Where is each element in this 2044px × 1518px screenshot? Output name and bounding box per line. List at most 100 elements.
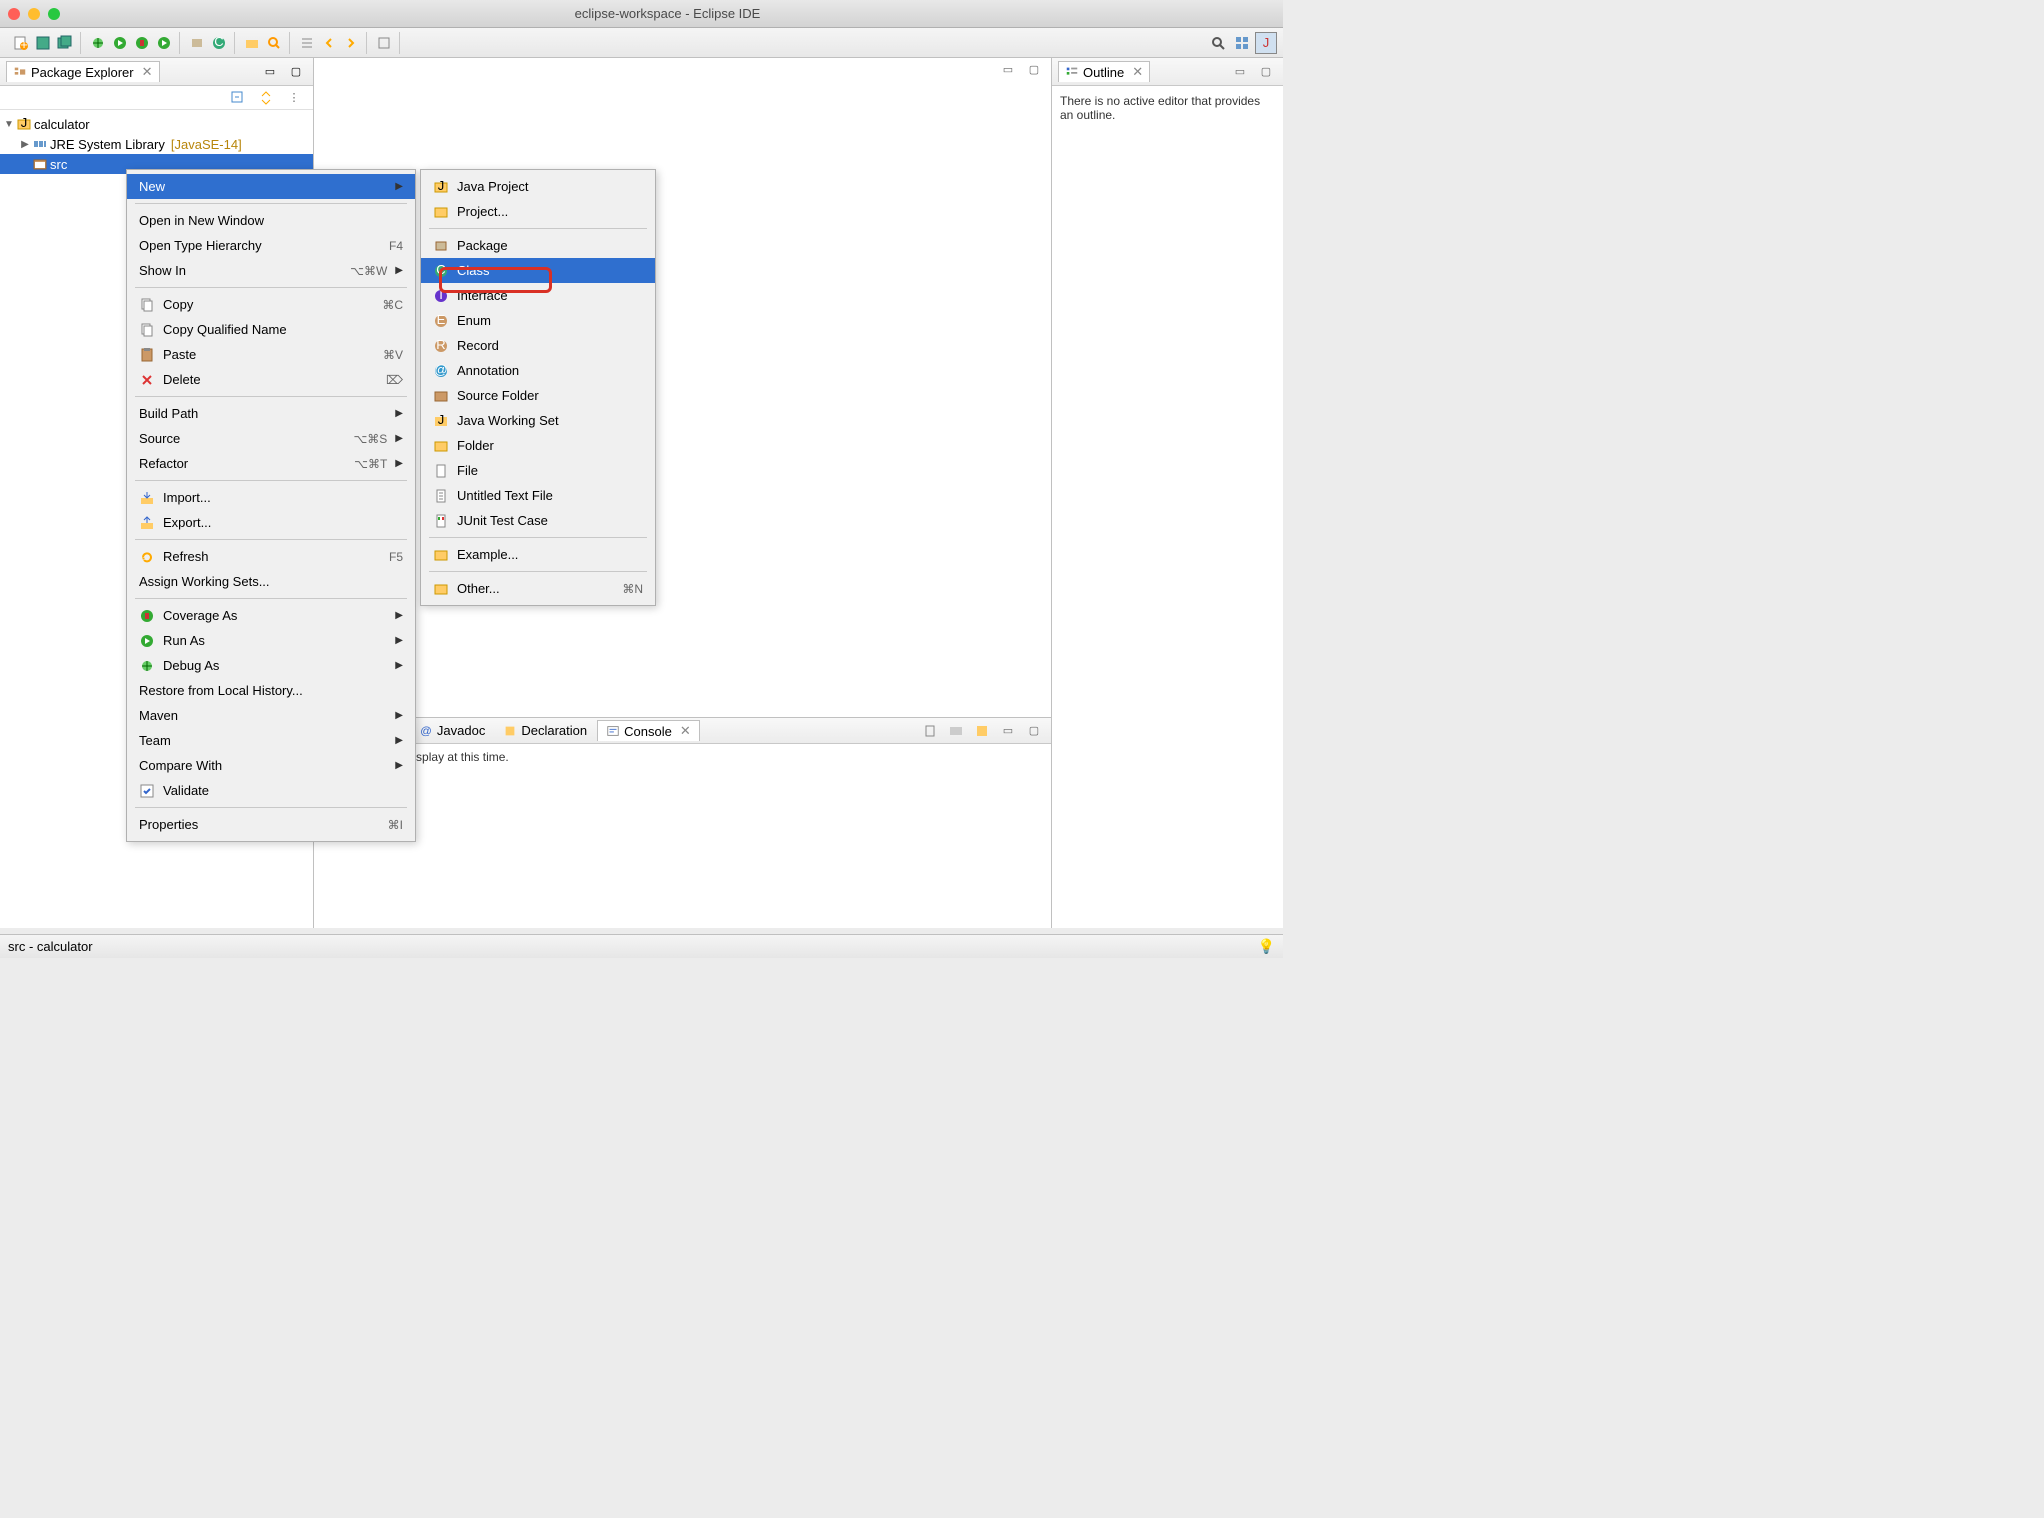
menu-copy[interactable]: Copy⌘C bbox=[127, 292, 415, 317]
menu-new[interactable]: New▶ bbox=[127, 174, 415, 199]
menu-maven[interactable]: Maven▶ bbox=[127, 703, 415, 728]
tab-console[interactable]: Console✕ bbox=[597, 720, 700, 741]
submenu-interface[interactable]: IInterface bbox=[421, 283, 655, 308]
nav-back-button[interactable] bbox=[318, 32, 340, 54]
tip-bulb-icon[interactable]: 💡 bbox=[1258, 938, 1275, 955]
collapse-all-icon[interactable] bbox=[227, 87, 249, 109]
submenu-class[interactable]: CClass bbox=[421, 258, 655, 283]
project-tree: ▼ J calculator ▶ JRE System Library [Jav… bbox=[0, 110, 313, 178]
menu-coverage-as[interactable]: Coverage As▶ bbox=[127, 603, 415, 628]
tab-javadoc[interactable]: @Javadoc bbox=[411, 721, 493, 740]
view-minimize-icon[interactable]: ▭ bbox=[997, 720, 1019, 742]
outline-maximize-icon[interactable]: ▢ bbox=[1255, 61, 1277, 83]
menu-assign-working-sets[interactable]: Assign Working Sets... bbox=[127, 569, 415, 594]
submenu-package[interactable]: Package bbox=[421, 233, 655, 258]
submenu-record[interactable]: RRecord bbox=[421, 333, 655, 358]
tree-project[interactable]: ▼ J calculator bbox=[0, 114, 313, 134]
enum-icon: E bbox=[433, 313, 449, 329]
menu-export[interactable]: Export... bbox=[127, 510, 415, 535]
menu-properties[interactable]: Properties⌘I bbox=[127, 812, 415, 837]
save-all-button[interactable] bbox=[54, 32, 76, 54]
submenu-source-folder[interactable]: Source Folder bbox=[421, 383, 655, 408]
new-class-button[interactable]: C bbox=[208, 32, 230, 54]
titlebar: eclipse-workspace - Eclipse IDE bbox=[0, 0, 1283, 28]
menu-source[interactable]: Source⌥⌘S▶ bbox=[127, 426, 415, 451]
svg-text:J: J bbox=[438, 179, 445, 193]
menu-refresh[interactable]: RefreshF5 bbox=[127, 544, 415, 569]
run-last-button[interactable] bbox=[153, 32, 175, 54]
menu-copy-qualified-name[interactable]: Copy Qualified Name bbox=[127, 317, 415, 342]
import-icon bbox=[139, 490, 155, 506]
context-menu: New▶ Open in New Window Open Type Hierar… bbox=[126, 169, 416, 842]
submenu-untitled-file[interactable]: Untitled Text File bbox=[421, 483, 655, 508]
minimize-view-icon[interactable]: ▭ bbox=[259, 61, 281, 83]
class-icon: C bbox=[433, 263, 449, 279]
submenu-annotation[interactable]: @Annotation bbox=[421, 358, 655, 383]
pin-console-icon[interactable] bbox=[919, 720, 941, 742]
submenu-junit[interactable]: JUnit Test Case bbox=[421, 508, 655, 533]
tab-declaration[interactable]: Declaration bbox=[495, 721, 595, 740]
menu-import[interactable]: Import... bbox=[127, 485, 415, 510]
close-outline-icon[interactable]: ✕ bbox=[1132, 64, 1143, 80]
maximize-view-icon[interactable]: ▢ bbox=[285, 61, 307, 83]
editor-maximize-icon[interactable]: ▢ bbox=[1023, 58, 1045, 80]
outline-tab[interactable]: Outline ✕ bbox=[1058, 61, 1150, 82]
package-explorer-tab[interactable]: Package Explorer ✕ bbox=[6, 61, 160, 82]
submenu-working-set[interactable]: JJava Working Set bbox=[421, 408, 655, 433]
editor-minimize-icon[interactable]: ▭ bbox=[997, 58, 1019, 80]
debug-icon bbox=[139, 658, 155, 674]
run-button[interactable] bbox=[109, 32, 131, 54]
new-package-button[interactable] bbox=[186, 32, 208, 54]
close-view-icon[interactable]: ✕ bbox=[142, 64, 153, 80]
menu-debug-as[interactable]: Debug As▶ bbox=[127, 653, 415, 678]
toggle-breadcrumb-button[interactable] bbox=[296, 32, 318, 54]
menu-delete[interactable]: Delete⌦ bbox=[127, 367, 415, 392]
validate-icon bbox=[139, 783, 155, 799]
search-button[interactable] bbox=[263, 32, 285, 54]
pin-editor-button[interactable] bbox=[373, 32, 395, 54]
junit-icon bbox=[433, 513, 449, 529]
menu-restore[interactable]: Restore from Local History... bbox=[127, 678, 415, 703]
coverage-button[interactable] bbox=[131, 32, 153, 54]
search-icon[interactable] bbox=[1207, 32, 1229, 54]
outline-title: Outline bbox=[1083, 65, 1124, 80]
menu-build-path[interactable]: Build Path▶ bbox=[127, 401, 415, 426]
new-button[interactable]: + bbox=[10, 32, 32, 54]
menu-open-window[interactable]: Open in New Window bbox=[127, 208, 415, 233]
open-type-button[interactable] bbox=[241, 32, 263, 54]
close-tab-icon[interactable]: ✕ bbox=[680, 723, 691, 739]
display-console-icon[interactable] bbox=[945, 720, 967, 742]
submenu-folder[interactable]: Folder bbox=[421, 433, 655, 458]
menu-paste[interactable]: Paste⌘V bbox=[127, 342, 415, 367]
link-editor-icon[interactable] bbox=[255, 87, 277, 109]
export-icon bbox=[139, 515, 155, 531]
record-icon: R bbox=[433, 338, 449, 354]
view-maximize-icon[interactable]: ▢ bbox=[1023, 720, 1045, 742]
view-menu-icon[interactable]: ⋮ bbox=[283, 87, 305, 109]
submenu-java-project[interactable]: JJava Project bbox=[421, 174, 655, 199]
tree-jre[interactable]: ▶ JRE System Library [JavaSE-14] bbox=[0, 134, 313, 154]
maximize-window-button[interactable] bbox=[48, 8, 60, 20]
submenu-enum[interactable]: EEnum bbox=[421, 308, 655, 333]
menu-run-as[interactable]: Run As▶ bbox=[127, 628, 415, 653]
menu-team[interactable]: Team▶ bbox=[127, 728, 415, 753]
nav-forward-button[interactable] bbox=[340, 32, 362, 54]
submenu-file[interactable]: File bbox=[421, 458, 655, 483]
debug-button[interactable] bbox=[87, 32, 109, 54]
menu-refactor[interactable]: Refactor⌥⌘T▶ bbox=[127, 451, 415, 476]
svg-text:J: J bbox=[1263, 35, 1270, 50]
save-button[interactable] bbox=[32, 32, 54, 54]
submenu-example[interactable]: Example... bbox=[421, 542, 655, 567]
minimize-window-button[interactable] bbox=[28, 8, 40, 20]
menu-open-type-hierarchy[interactable]: Open Type HierarchyF4 bbox=[127, 233, 415, 258]
submenu-other[interactable]: Other...⌘N bbox=[421, 576, 655, 601]
menu-validate[interactable]: Validate bbox=[127, 778, 415, 803]
menu-compare-with[interactable]: Compare With▶ bbox=[127, 753, 415, 778]
submenu-project[interactable]: Project... bbox=[421, 199, 655, 224]
close-window-button[interactable] bbox=[8, 8, 20, 20]
menu-show-in[interactable]: Show In⌥⌘W▶ bbox=[127, 258, 415, 283]
outline-minimize-icon[interactable]: ▭ bbox=[1229, 61, 1251, 83]
perspective-switcher-button[interactable] bbox=[1231, 32, 1253, 54]
open-console-icon[interactable] bbox=[971, 720, 993, 742]
java-perspective-button[interactable]: J bbox=[1255, 32, 1277, 54]
